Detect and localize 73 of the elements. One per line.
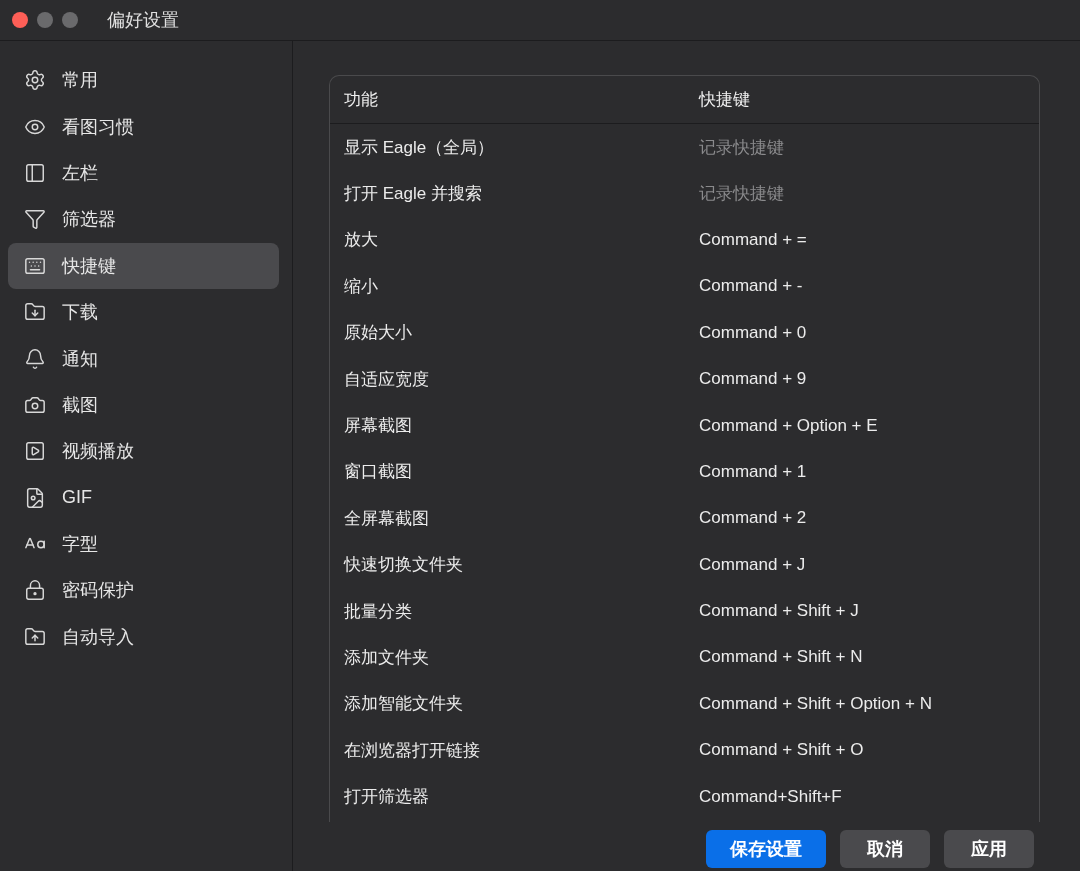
shortcut-cell[interactable]: Command + -	[699, 276, 803, 297]
sidebar-item[interactable]: 下载	[8, 288, 279, 336]
lock-icon	[24, 579, 46, 602]
shortcut-cell[interactable]: Command + =	[699, 229, 807, 250]
shortcut-cell[interactable]: Command + 1	[699, 461, 807, 482]
sidebar-item[interactable]: 快捷键	[8, 242, 279, 289]
action-cell-text: 在浏览器打开链接	[344, 739, 480, 762]
action-cell-text: 屏幕截图	[344, 415, 412, 438]
shortcut-cell[interactable]: Command + 0	[699, 322, 807, 343]
action-cell-text: 添加文件夹	[344, 647, 429, 669]
action-cell-text: 显示 Eagle（全局）	[344, 136, 495, 159]
sidebar-item-label: 密码保护	[62, 579, 134, 603]
sidebar-item[interactable]: 密码保护	[8, 567, 279, 614]
sidebar-item-label: 看图习惯	[62, 115, 134, 139]
shortcut-cell[interactable]: Command + Shift + Option + N	[699, 693, 932, 714]
sidebar-item-label: 常用	[62, 69, 98, 93]
dialog-button[interactable]: 应用	[944, 830, 1034, 868]
shortcut-cell[interactable]: Command + Shift + N	[699, 647, 863, 668]
sidebar-item[interactable]: 左栏	[8, 149, 279, 197]
bell-icon	[24, 347, 46, 370]
shortcut-placeholder[interactable]: 记录快捷键	[699, 182, 784, 206]
filter-icon	[24, 208, 46, 231]
action-cell-text: 快速切换文件夹	[344, 554, 463, 577]
sidebar-item-label: 自动导入	[62, 625, 134, 649]
shortcut-cell[interactable]: Command + 9	[699, 369, 807, 390]
shortcut-cell[interactable]: Command + Shift + J	[699, 601, 859, 622]
sidebar-item-label: 筛选器	[62, 208, 116, 232]
shortcut-cell[interactable]: Command + Shift + O	[699, 740, 864, 761]
shortcut-cell[interactable]: Command + 2	[699, 508, 807, 529]
folder-upload-icon	[24, 625, 46, 648]
sidebar-item-label: 截图	[62, 393, 98, 417]
action-cell-text: 缩小	[344, 275, 378, 298]
play-icon	[24, 440, 46, 463]
minimize-icon[interactable]	[37, 12, 53, 28]
settings-icon	[24, 69, 46, 92]
action-cell-text: 原始大小	[344, 322, 412, 345]
sidebar-item[interactable]: 截图	[8, 381, 279, 429]
column-header: 功能	[344, 89, 378, 111]
sidebar-item-label: 字型	[62, 533, 98, 557]
save-button[interactable]: 保存设置	[706, 830, 826, 868]
action-cell-text: 打开 Eagle 并搜索	[344, 183, 482, 206]
action-cell-text: 全屏幕截图	[344, 507, 429, 530]
sidebar-item[interactable]: 视频播放	[8, 428, 279, 475]
zoom-icon[interactable]	[62, 12, 78, 28]
shortcut-cell[interactable]: Command + Option + E	[699, 415, 878, 436]
sidebar-item[interactable]: 自动导入	[8, 613, 279, 661]
window-title: 偏好设置	[107, 9, 179, 32]
sidebar-item[interactable]: GIF	[8, 474, 279, 521]
sidebar-item-label: 下载	[62, 301, 98, 325]
sidebar-item-label: 左栏	[62, 161, 98, 185]
sidebar-item-label: 视频播放	[62, 440, 134, 464]
close-icon[interactable]	[12, 12, 28, 28]
sidebar-item[interactable]: 看图习惯	[8, 103, 279, 150]
sidebar-item[interactable]: 常用	[8, 57, 279, 104]
sidebar-item-label: 快捷键	[62, 254, 116, 278]
shortcut-cell[interactable]: Command + J	[699, 554, 806, 575]
dialog-button[interactable]: 取消	[840, 830, 930, 868]
file-icon	[24, 486, 46, 509]
action-cell-text: 窗口截图	[344, 461, 412, 484]
sidebar-item-label: GIF	[62, 487, 92, 509]
action-cell-text: 自适应宽度	[344, 368, 429, 391]
sidebar-item[interactable]: 筛选器	[8, 196, 279, 243]
panel-icon	[24, 161, 46, 184]
action-cell-text: 放大	[344, 229, 378, 252]
shortcut-cell[interactable]: Command+Shift+F	[699, 786, 842, 807]
sidebar-item-label: 通知	[62, 347, 98, 371]
shortcut-placeholder[interactable]: 记录快捷键	[699, 135, 784, 159]
action-cell-text: 打开筛选器	[344, 786, 429, 809]
sidebar-item[interactable]: 通知	[8, 335, 279, 382]
sidebar-item[interactable]: 字型	[8, 520, 279, 568]
column-header: 快捷键	[699, 89, 750, 111]
action-cell-text: 批量分类	[344, 600, 412, 623]
action-cell-text: 添加智能文件夹	[344, 693, 463, 716]
